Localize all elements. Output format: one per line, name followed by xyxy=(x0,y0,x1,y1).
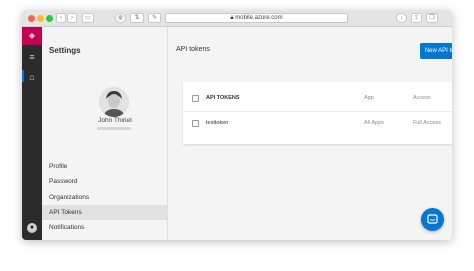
page-title: API tokens xyxy=(176,46,210,53)
api-tokens-table: API TOKENS App Access testtoken All Apps… xyxy=(183,82,452,144)
close-window-button[interactable] xyxy=(28,15,35,22)
nav-item-notifications[interactable]: Notifications xyxy=(42,220,168,235)
active-indicator xyxy=(22,70,24,82)
tools-icon[interactable]: ✎ xyxy=(148,13,161,23)
lock-icon: 🔒︎ xyxy=(230,15,234,21)
globe-icon[interactable]: ◍ xyxy=(115,13,126,23)
share-icon[interactable]: ⇪ xyxy=(411,13,422,23)
address-bar[interactable]: 🔒︎ mobile.azure.com xyxy=(165,13,348,23)
download-icon[interactable]: ↓ xyxy=(396,13,407,23)
token-access: Full Access xyxy=(413,120,441,126)
main-content: API tokens New API token API TOKENS App … xyxy=(169,27,452,240)
user-icon[interactable]: ● xyxy=(27,223,37,233)
hamburger-icon[interactable]: ≡ xyxy=(27,52,37,62)
back-icon[interactable]: ‹ xyxy=(56,13,66,23)
app-rail: ◈ ≡ ⌂ ● xyxy=(22,27,42,240)
forward-icon[interactable]: › xyxy=(67,13,77,23)
share-extension-icon[interactable]: ⇅ xyxy=(130,13,144,23)
token-app: All Apps xyxy=(364,120,384,126)
browser-toolbar: ‹ › ▭ ◍ ⇅ ✎ 🔒︎ mobile.azure.com ↓ ⇪ ❐ xyxy=(22,10,452,27)
nav-item-api-tokens[interactable]: API Tokens xyxy=(42,205,168,220)
nav-item-profile[interactable]: Profile xyxy=(42,159,168,174)
sidebar-toggle-icon[interactable]: ▭ xyxy=(82,13,94,23)
url-text: mobile.azure.com xyxy=(235,15,283,21)
devops-logo-icon[interactable]: ◈ xyxy=(22,27,42,45)
column-header-app: App xyxy=(364,95,374,101)
nav-item-password[interactable]: Password xyxy=(42,174,168,189)
new-api-token-button[interactable]: New API token xyxy=(420,43,452,59)
user-subtitle-placeholder xyxy=(97,127,131,130)
table-row[interactable]: testtoken All Apps Full Access xyxy=(183,111,452,135)
settings-title: Settings xyxy=(49,46,81,55)
chat-button[interactable] xyxy=(421,208,444,231)
user-name: John Thiriet xyxy=(98,117,132,124)
row-checkbox[interactable] xyxy=(192,120,199,127)
column-header-name: API TOKENS xyxy=(206,95,240,101)
home-icon[interactable]: ⌂ xyxy=(27,72,37,82)
avatar xyxy=(99,87,129,117)
token-name: testtoken xyxy=(206,120,229,126)
select-all-checkbox[interactable] xyxy=(192,95,199,102)
minimize-window-button[interactable] xyxy=(37,15,44,22)
maximize-window-button[interactable] xyxy=(46,15,53,22)
nav-item-organizations[interactable]: Organizations xyxy=(42,190,168,205)
tabs-icon[interactable]: ❐ xyxy=(426,13,438,23)
chat-icon xyxy=(427,214,438,224)
settings-panel: Settings John Thiriet Profile Password O… xyxy=(42,27,168,240)
column-header-access: Access xyxy=(413,95,431,101)
table-header-row: API TOKENS App Access xyxy=(183,87,452,111)
browser-window: ‹ › ▭ ◍ ⇅ ✎ 🔒︎ mobile.azure.com ↓ ⇪ ❐ ◈ … xyxy=(22,10,452,240)
